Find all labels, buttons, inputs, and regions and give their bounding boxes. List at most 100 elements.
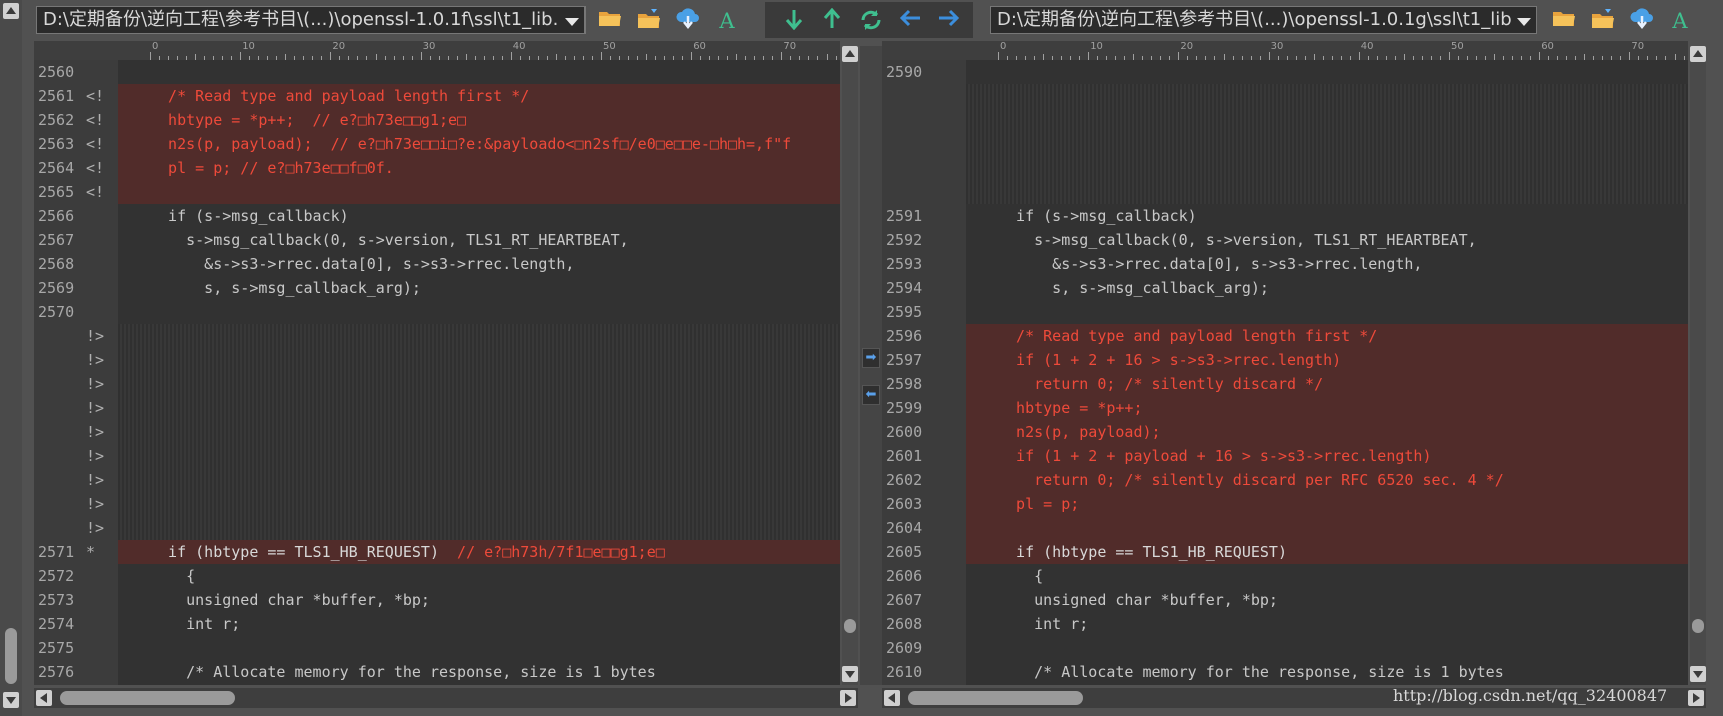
code-line[interactable]: 2609	[882, 636, 1688, 660]
left-font-icon[interactable]: A	[713, 8, 741, 34]
code-line[interactable]: 2564 <! pl = p; // e?□h73e□□f□0f.	[34, 156, 840, 180]
code-line[interactable]: 2598 return 0; /* silently discard */	[882, 372, 1688, 396]
code-line[interactable]: 2604	[882, 516, 1688, 540]
code-line[interactable]: 2608 int r;	[882, 612, 1688, 636]
code-line[interactable]: 2561 <! /* Read type and payload length f…	[34, 84, 840, 108]
previous-difference-icon[interactable]	[818, 7, 846, 34]
line-number: 2567	[38, 231, 75, 249]
code-line[interactable]	[882, 180, 1688, 204]
code-line[interactable]: 2599 hbtype = *p++;	[882, 396, 1688, 420]
code-line[interactable]: 2606 {	[882, 564, 1688, 588]
ruler-tick	[510, 52, 512, 60]
code-text: /* Allocate memory for the response, siz…	[998, 663, 1504, 681]
left-open-folder-icon[interactable]	[596, 8, 624, 34]
code-line[interactable]	[882, 108, 1688, 132]
code-line[interactable]: 2605 if (hbtype == TLS1_HB_REQUEST)	[882, 540, 1688, 564]
left-scroll-left-button[interactable]	[36, 690, 52, 706]
left-file-path[interactable]: D:\定期备份\逆向工程\参考书目\(...)\openssl-1.0.1f\s…	[36, 6, 586, 34]
right-path-dropdown-button[interactable]	[1511, 6, 1537, 34]
right-scroll-down-button[interactable]	[1690, 666, 1706, 682]
code-line[interactable]	[882, 156, 1688, 180]
code-line[interactable]: 2573 unsigned char *buffer, *bp;	[34, 588, 840, 612]
right-hscroll-thumb[interactable]	[908, 691, 1083, 705]
outer-scroll-down-button[interactable]	[3, 692, 19, 708]
code-line[interactable]	[882, 84, 1688, 108]
code-line[interactable]: 2593 &s->s3->rrec.data[0], s->s3->rrec.l…	[882, 252, 1688, 276]
left-browse-folder-icon[interactable]	[635, 8, 663, 34]
left-code-pane[interactable]: 2560 2561 <! /* Read type and payload leng…	[34, 60, 840, 685]
left-vertical-scrollbar[interactable]	[842, 46, 858, 685]
code-text: hbtype = *p++; // e?□h73e□□g1;e□	[150, 111, 467, 129]
code-line[interactable]: !>	[34, 372, 840, 396]
right-vertical-scrollbar[interactable]	[1690, 46, 1706, 685]
code-line[interactable]: !>	[34, 468, 840, 492]
code-line[interactable]: !>	[34, 348, 840, 372]
left-hscroll-thumb[interactable]	[60, 691, 235, 705]
code-line[interactable]: 2575	[34, 636, 840, 660]
code-line[interactable]: !>	[34, 516, 840, 540]
code-line[interactable]: 2601 if (1 + 2 + payload + 16 > s->s3->r…	[882, 444, 1688, 468]
copy-to-right-icon[interactable]	[935, 8, 963, 34]
copy-to-left-icon[interactable]	[896, 8, 924, 34]
code-line[interactable]: 2569 s, s->msg_callback_arg);	[34, 276, 840, 300]
code-line[interactable]: 2603 pl = p;	[882, 492, 1688, 516]
line-number: 2564	[38, 159, 75, 177]
code-line[interactable]: 2590	[882, 60, 1688, 84]
right-file-path[interactable]: D:\定期备份\逆向工程\参考书目\(...)\openssl-1.0.1g\s…	[990, 6, 1530, 34]
right-scroll-right-button[interactable]	[1688, 690, 1704, 706]
code-line[interactable]: 2602 return 0; /* silently discard per R…	[882, 468, 1688, 492]
code-line[interactable]: !>	[34, 396, 840, 420]
left-horizontal-scrollbar[interactable]	[34, 688, 858, 708]
code-line[interactable]: 2592 s->msg_callback(0, s->version, TLS1…	[882, 228, 1688, 252]
code-line[interactable]: 2600 n2s(p, payload);	[882, 420, 1688, 444]
diff-marker: <!	[86, 87, 105, 105]
code-line[interactable]: 2591 if (s->msg_callback)	[882, 204, 1688, 228]
left-scroll-right-button[interactable]	[840, 690, 856, 706]
code-line[interactable]: !>	[34, 324, 840, 348]
code-line[interactable]: !>	[34, 492, 840, 516]
code-line[interactable]: 2607 unsigned char *buffer, *bp;	[882, 588, 1688, 612]
code-line[interactable]: 2576 /* Allocate memory for the response…	[34, 660, 840, 684]
right-cloud-download-icon[interactable]	[1628, 8, 1656, 34]
code-line[interactable]: 2570	[34, 300, 840, 324]
code-line[interactable]: 2566 if (s->msg_callback)	[34, 204, 840, 228]
right-scroll-left-button[interactable]	[884, 690, 900, 706]
line-number: 2607	[886, 591, 923, 609]
code-line[interactable]: 2560	[34, 60, 840, 84]
left-cloud-download-icon[interactable]	[674, 8, 702, 34]
merge-left-arrow-icon[interactable]: ⬅	[862, 385, 880, 405]
outer-scroll-up-button[interactable]	[3, 3, 19, 19]
right-font-icon[interactable]: A	[1666, 8, 1694, 34]
merge-right-arrow-icon[interactable]: ➡	[862, 348, 880, 368]
code-line[interactable]: !>	[34, 444, 840, 468]
code-line[interactable]: 2596 /* Read type and payload length fir…	[882, 324, 1688, 348]
code-line[interactable]: 2567 s->msg_callback(0, s->version, TLS1…	[34, 228, 840, 252]
code-line[interactable]: 2574 int r;	[34, 612, 840, 636]
left-scroll-up-button[interactable]	[842, 46, 858, 62]
code-line[interactable]	[882, 132, 1688, 156]
code-line[interactable]: !>	[34, 420, 840, 444]
next-difference-icon[interactable]	[780, 8, 808, 34]
left-vscroll-thumb[interactable]	[844, 619, 856, 633]
code-line[interactable]: 2571 * if (hbtype == TLS1_HB_REQUEST) // …	[34, 540, 840, 564]
code-text: if (hbtype == TLS1_HB_REQUEST) // e?□h73…	[150, 540, 665, 564]
code-line[interactable]: 2565 <!	[34, 180, 840, 204]
code-line[interactable]: 2562 <! hbtype = *p++; // e?□h73e□□g1;e□	[34, 108, 840, 132]
right-vscroll-thumb[interactable]	[1692, 619, 1704, 633]
code-line[interactable]: 2597 if (1 + 2 + 16 > s->s3->rrec.length…	[882, 348, 1688, 372]
refresh-icon[interactable]	[857, 8, 885, 34]
outer-scroll-thumb[interactable]	[5, 628, 17, 684]
right-scroll-up-button[interactable]	[1690, 46, 1706, 62]
left-path-dropdown-button[interactable]	[559, 6, 585, 34]
right-code-pane[interactable]: 2590 2591 if (s->msg_callback) 2592 s->msg…	[882, 60, 1688, 685]
code-line[interactable]: 2595	[882, 300, 1688, 324]
outer-left-scrollbar[interactable]	[0, 0, 22, 716]
code-line[interactable]: 2563 <! n2s(p, payload); // e?□h73e□□i□?e…	[34, 132, 840, 156]
code-line[interactable]: 2568 &s->s3->rrec.data[0], s->s3->rrec.l…	[34, 252, 840, 276]
code-line[interactable]: 2610 /* Allocate memory for the response…	[882, 660, 1688, 684]
code-line[interactable]: 2572 {	[34, 564, 840, 588]
right-open-folder-icon[interactable]	[1550, 8, 1578, 34]
code-line[interactable]: 2594 s, s->msg_callback_arg);	[882, 276, 1688, 300]
left-scroll-down-button[interactable]	[842, 666, 858, 682]
right-browse-folder-icon[interactable]	[1589, 8, 1617, 34]
